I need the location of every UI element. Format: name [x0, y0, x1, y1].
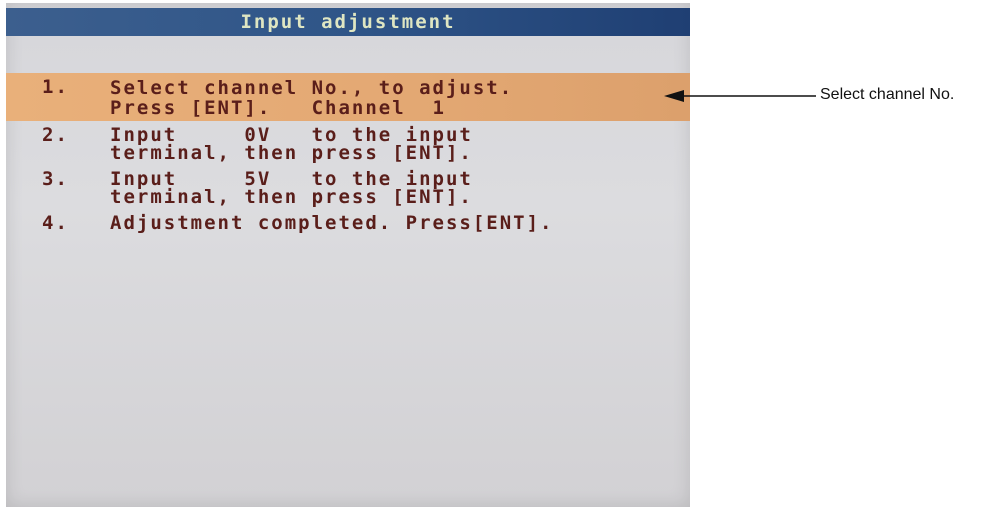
step-number: 3.	[42, 168, 69, 190]
annotation-label: Select channel No.	[820, 86, 955, 103]
step-number: 4.	[42, 212, 69, 234]
step-1-select-channel[interactable]: 1. Select channel No., to adjust. Press …	[6, 73, 690, 121]
step-text-line: Select channel No., to adjust.	[110, 77, 514, 99]
step-number: 2.	[42, 124, 69, 146]
annotation-arrow-icon	[664, 90, 816, 102]
step-2-input-0v: 2. Input 0V to the input terminal, then …	[6, 121, 690, 165]
step-3-input-5v: 3. Input 5V to the input terminal, then …	[6, 165, 690, 209]
step-text-line: Press [ENT]. Channel 1	[110, 97, 446, 119]
step-text-line: Adjustment completed. Press[ENT].	[110, 212, 554, 234]
step-text-line: terminal, then press [ENT].	[110, 142, 473, 164]
display-screen: Input adjustment 1. Select channel No., …	[6, 3, 690, 507]
step-4-completed: 4. Adjustment completed. Press[ENT].	[6, 209, 690, 235]
step-text-line: terminal, then press [ENT].	[110, 186, 473, 208]
adjustment-steps: 1. Select channel No., to adjust. Press …	[6, 73, 690, 235]
step-number: 1.	[42, 76, 69, 98]
screen-title: Input adjustment	[6, 8, 690, 36]
